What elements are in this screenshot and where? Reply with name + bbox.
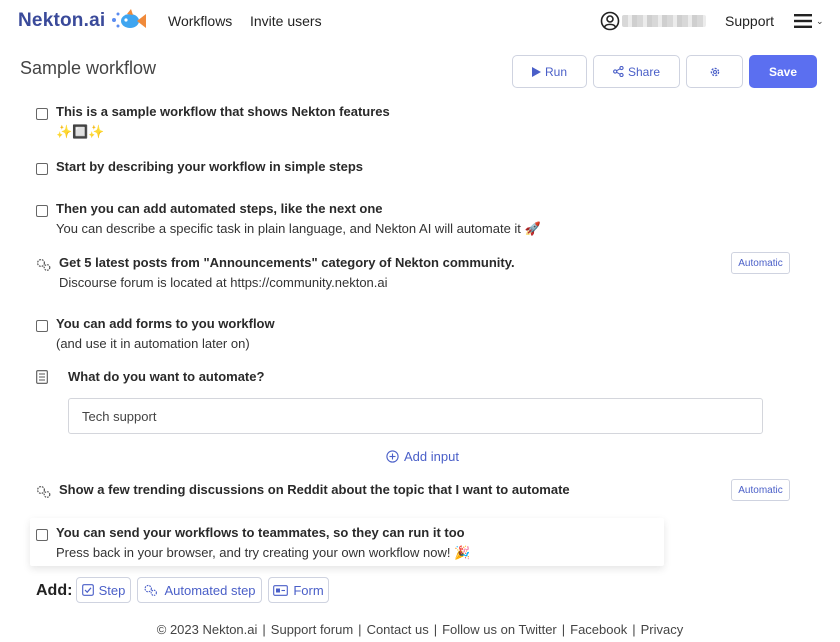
automatic-badge[interactable]: Automatic	[731, 479, 790, 501]
user-avatar-icon[interactable]	[600, 11, 620, 31]
step-checkbox[interactable]	[36, 320, 48, 332]
logo-text: Nekton.ai	[18, 10, 106, 31]
gear-icon	[710, 67, 719, 76]
add-label: Add:	[36, 582, 73, 599]
step-checkbox[interactable]	[36, 163, 48, 175]
step-description[interactable]: Press back in your browser, and try crea…	[56, 545, 470, 561]
automation-gears-icon	[36, 258, 51, 271]
chevron-down-icon[interactable]: ⌄	[816, 16, 824, 27]
footer-link-contact[interactable]: Contact us	[367, 622, 429, 637]
footer-separator: |	[561, 622, 566, 637]
nav-support[interactable]: Support	[725, 13, 774, 29]
form-question: What do you want to automate?	[68, 369, 265, 384]
save-label: Save	[768, 64, 798, 79]
footer-link-support-forum[interactable]: Support forum	[271, 622, 353, 637]
hamburger-menu-icon[interactable]	[794, 13, 812, 29]
play-icon	[531, 66, 541, 77]
add-step-button[interactable]: Step	[76, 577, 131, 603]
step-title: This is a sample workflow that shows Nek…	[56, 104, 390, 119]
run-label: Run	[544, 64, 567, 79]
automation-gears-icon	[144, 584, 158, 596]
share-icon	[613, 66, 624, 77]
top-bar: Nekton.ai Workflows Invite users Support…	[0, 0, 840, 44]
automatic-badge[interactable]: Automatic	[731, 252, 790, 274]
save-button[interactable]: Save	[749, 55, 817, 88]
step-title: Show a few trending discussions on Reddi…	[59, 482, 570, 497]
footer-link-facebook[interactable]: Facebook	[570, 622, 627, 637]
footer-link-privacy[interactable]: Privacy	[641, 622, 684, 637]
footer-link-twitter[interactable]: Follow us on Twitter	[442, 622, 557, 637]
share-button[interactable]: Share	[593, 55, 680, 88]
form-field-icon	[273, 584, 289, 596]
document-icon	[36, 370, 48, 384]
step-checkbox[interactable]	[36, 529, 48, 541]
settings-button[interactable]	[686, 55, 743, 88]
add-form-label: Form	[293, 582, 324, 598]
add-form-button[interactable]: Form	[268, 577, 329, 603]
step-description: (and use it in automation later on)	[56, 336, 250, 351]
add-input-label: Add input	[404, 449, 459, 464]
logo[interactable]: Nekton.ai	[18, 8, 147, 34]
checkbox-icon	[81, 584, 94, 596]
step-checkbox[interactable]	[36, 205, 48, 217]
step-checkbox[interactable]	[36, 108, 48, 120]
user-name-redacted[interactable]	[622, 15, 706, 27]
plus-circle-icon	[386, 450, 399, 463]
run-button[interactable]: Run	[512, 55, 587, 88]
footer-separator: |	[433, 622, 438, 637]
add-input-button[interactable]: Add input	[386, 449, 459, 464]
step-title[interactable]: You can send your workflows to teammates…	[56, 525, 465, 540]
step-title: You can add forms to you workflow	[56, 316, 275, 331]
step-title: Get 5 latest posts from "Announcements" …	[59, 255, 515, 270]
footer-separator: |	[632, 622, 636, 637]
step-title: Then you can add automated steps, like t…	[56, 201, 383, 216]
add-step-label: Step	[98, 582, 126, 598]
step-title: Start by describing your workflow in sim…	[56, 159, 364, 174]
share-label: Share	[627, 64, 661, 79]
fish-logo-icon	[112, 9, 147, 28]
step-description: Discourse forum is located at https://co…	[59, 275, 388, 290]
add-automated-step-button[interactable]: Automated step	[137, 577, 262, 603]
page-title: Sample workflow	[20, 58, 157, 78]
nav-workflows[interactable]: Workflows	[168, 13, 232, 29]
footer: © 2023 Nekton.ai | Support forum | Contact u…	[0, 622, 840, 637]
step-description: ✨🔲✨	[56, 124, 105, 139]
step-description: You can describe a specific task in plai…	[56, 221, 541, 236]
add-automated-step-label: Automated step	[164, 582, 256, 598]
automation-gears-icon	[36, 485, 51, 498]
footer-separator: |	[358, 622, 362, 637]
form-text-input[interactable]	[68, 398, 763, 434]
footer-copyright: © 2023 Nekton.ai	[156, 622, 258, 637]
footer-separator: |	[262, 622, 266, 637]
nav-invite-users[interactable]: Invite users	[250, 13, 322, 29]
